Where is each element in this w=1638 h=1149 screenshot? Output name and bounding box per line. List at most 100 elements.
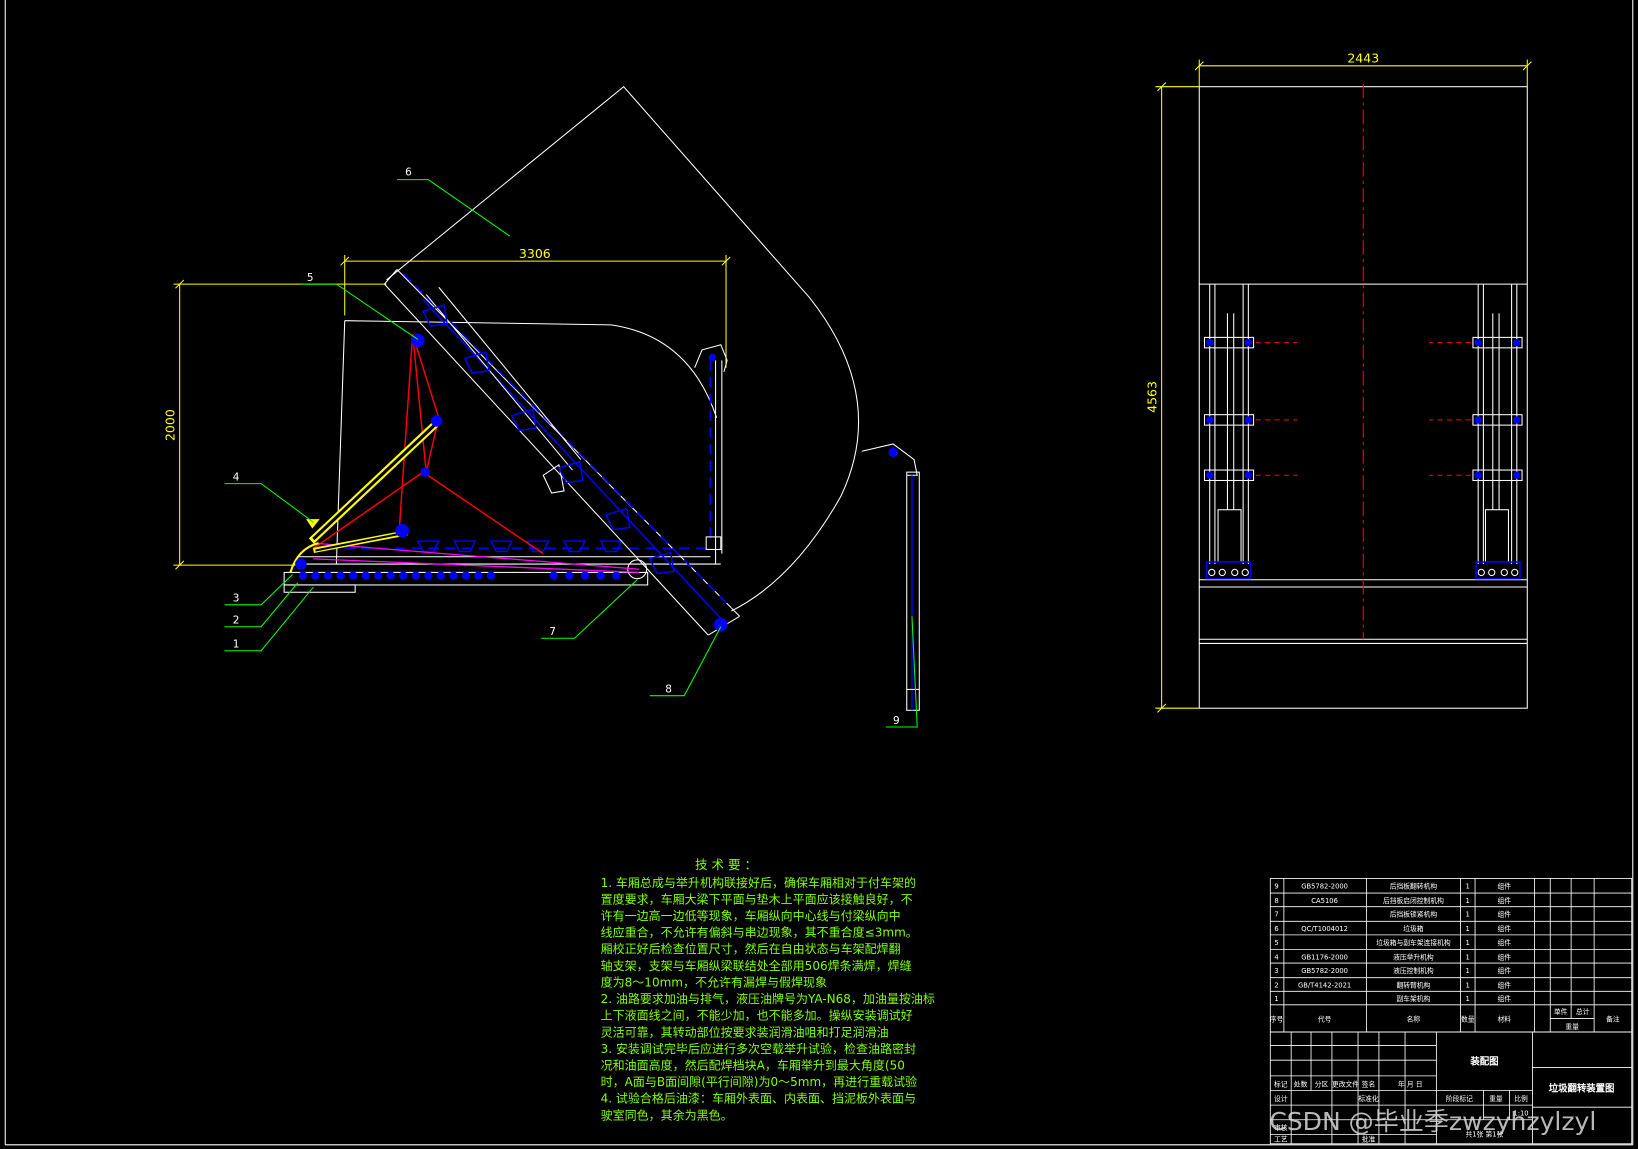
parts-row-material: 组件 bbox=[1498, 952, 1512, 961]
label-change-doc: 更改文件 bbox=[1332, 1079, 1359, 1088]
front-lift-column-left bbox=[1203, 283, 1299, 580]
part-leaders bbox=[224, 179, 918, 728]
drawing-frame bbox=[4, 0, 1634, 1146]
parts-header-unit: 单件 bbox=[1554, 1007, 1568, 1016]
title-block-drawing-name: 垃圾翻转装置图 bbox=[1549, 1083, 1615, 1095]
dimension-side-height-label: 2000 bbox=[162, 409, 177, 441]
technical-requirements: 技 术 要 ： 1. 车厢总成与举升机构联接好后，确保车厢相对于付车架的置度要求… bbox=[601, 857, 935, 1122]
parts-row-code: GB5782-2000 bbox=[1301, 967, 1348, 975]
dimension-side-width-label: 3306 bbox=[519, 246, 551, 261]
balloon-part-2: 2 bbox=[233, 615, 240, 627]
balloon-part-4: 4 bbox=[233, 471, 240, 483]
parts-row-qty: 1 bbox=[1466, 982, 1470, 990]
label-stage-mark: 阶段标记 bbox=[1446, 1094, 1473, 1103]
tipping-envelope-arc bbox=[386, 85, 860, 612]
tech-requirement-line: 驶室同色，其余为黑色。 bbox=[601, 1107, 733, 1122]
label-signature: 签名 bbox=[1362, 1079, 1376, 1088]
parts-row-material: 组件 bbox=[1498, 994, 1512, 1003]
parts-row-no: 4 bbox=[1274, 953, 1278, 961]
technical-requirements-title: 技 术 要 ： bbox=[695, 857, 757, 872]
parts-row-no: 5 bbox=[1274, 939, 1278, 947]
parts-row-material: 组件 bbox=[1498, 924, 1512, 933]
label-standardization: 标准化 bbox=[1358, 1094, 1379, 1103]
parts-row-qty: 1 bbox=[1466, 967, 1470, 975]
floor-scraper-teeth bbox=[416, 540, 623, 553]
dimension-front-width: 2443 bbox=[1194, 51, 1532, 87]
parts-header-remark: 备注 bbox=[1606, 1015, 1620, 1024]
parts-row-qty: 1 bbox=[1466, 911, 1470, 919]
parts-row-qty: 1 bbox=[1466, 939, 1470, 947]
parts-header-no: 序号 bbox=[1270, 1015, 1284, 1024]
tech-requirement-line: 2. 油路要求加油与排气，液压油牌号为YA-N68，加油量按油标 bbox=[601, 991, 935, 1006]
parts-row-no: 7 bbox=[1274, 911, 1278, 919]
parts-row-qty: 1 bbox=[1466, 925, 1470, 933]
label-date: 年 月 日 bbox=[1398, 1079, 1423, 1088]
parts-row-material: 组件 bbox=[1498, 938, 1512, 947]
tech-requirement-line: 3. 安装调试完毕后应进行多次空载举升试验，检查油路密封 bbox=[601, 1041, 916, 1056]
balloon-part-1: 1 bbox=[233, 639, 240, 651]
side-view: 3306 2000 1 2 3 4 5 6 7 8 9 bbox=[162, 85, 920, 728]
tech-requirement-line: 度为8～10mm，不允许有漏焊与假焊现象 bbox=[601, 974, 827, 989]
tech-requirement-line: 时，A面与B面间隙(平行间隙)为0～5mm，再进行重载试验 bbox=[601, 1074, 917, 1089]
parts-header-total: 总计 bbox=[1576, 1007, 1590, 1016]
tech-requirement-line: 况和油面高度，然后配焊档块A，车厢举升到最大角度(50 bbox=[601, 1058, 905, 1073]
parts-row-no: 1 bbox=[1274, 995, 1278, 1003]
tech-requirement-line: 灵活可靠，其转动部位按要求装润滑油咀和打足润滑油 bbox=[601, 1024, 889, 1039]
label-count: 处数 bbox=[1294, 1079, 1308, 1088]
parts-row-name: 副车架机构 bbox=[1396, 994, 1430, 1003]
parts-row-name: 液压举升机构 bbox=[1393, 952, 1434, 961]
parts-row-name: 垃圾箱与副车架连接机构 bbox=[1376, 938, 1451, 947]
tech-requirement-line: 置度要求，车厢大梁下平面与垫木上平面应该接触良好，不 bbox=[601, 891, 913, 906]
balloon-part-8: 8 bbox=[665, 684, 672, 696]
parts-header-qty: 数量 bbox=[1461, 1015, 1475, 1024]
tech-requirement-line: 轴支架，支架与车厢纵梁联结处全部用506焊条满焊，焊缝 bbox=[601, 958, 912, 973]
tech-requirement-line: 厢校正好后检查位置尺寸，然后在自由状态与车架配焊翻 bbox=[601, 941, 901, 956]
parts-row-name: 后挡板翻转机构 bbox=[1390, 881, 1438, 890]
tech-requirement-line: 许有一边高一边低等现象，车厢纵向中心线与付梁纵向中 bbox=[601, 908, 901, 923]
parts-row-qty: 1 bbox=[1466, 897, 1470, 905]
tailgate bbox=[861, 443, 920, 711]
parts-row-material: 组件 bbox=[1498, 896, 1512, 905]
parts-list-table: 9 GB5782-2000 后挡板翻转机构 1 组件 8 CA5106 后挡板启闭控制机构 1 组… bbox=[1270, 878, 1633, 1033]
parts-row-qty: 1 bbox=[1466, 882, 1470, 890]
parts-row-qty: 1 bbox=[1466, 995, 1470, 1003]
label-process: 工艺 bbox=[1274, 1136, 1288, 1144]
label-scale: 比例 bbox=[1514, 1094, 1528, 1103]
parts-row-qty: 1 bbox=[1466, 953, 1470, 961]
dimension-front-width-label: 2443 bbox=[1347, 51, 1379, 66]
parts-row-material: 组件 bbox=[1498, 910, 1512, 919]
parts-row-code: CA5106 bbox=[1311, 897, 1338, 905]
front-lift-column-right bbox=[1428, 283, 1523, 580]
label-mark: 标记 bbox=[1274, 1079, 1288, 1088]
parts-header-weight: 重量 bbox=[1565, 1023, 1579, 1031]
tech-requirement-line: 上下液面线之间，不能少加，也不能多加。操纵安装调试好 bbox=[601, 1008, 913, 1023]
parts-row-name: 后挡板锁紧机构 bbox=[1390, 910, 1438, 919]
balloon-part-5: 5 bbox=[307, 272, 314, 284]
dimension-side-height: 2000 bbox=[162, 279, 387, 570]
watermark-text: CSDN @毕业季zwzyhzylzyl bbox=[1269, 1107, 1596, 1136]
cad-drawing-canvas: 3306 2000 1 2 3 4 5 6 7 8 9 2443 4563 技 … bbox=[4, 0, 1634, 1146]
balloon-part-3: 3 bbox=[233, 593, 240, 605]
parts-row-no: 3 bbox=[1274, 967, 1278, 975]
parts-header-name: 名称 bbox=[1407, 1015, 1421, 1024]
parts-row-no: 9 bbox=[1274, 882, 1278, 890]
balloon-part-6: 6 bbox=[405, 166, 412, 178]
parts-row-no: 6 bbox=[1274, 925, 1278, 933]
tech-requirement-line: 线应重合，不允许有偏斜与串边现象，其不重合度≤3mm。 bbox=[601, 925, 918, 940]
parts-row-no: 2 bbox=[1274, 982, 1278, 990]
parts-row-code: GB/T4142-2021 bbox=[1298, 982, 1351, 990]
label-design: 设计 bbox=[1274, 1094, 1288, 1103]
parts-row-code: GB5782-2000 bbox=[1301, 882, 1348, 890]
parts-row-code: QC/T1004012 bbox=[1301, 925, 1348, 933]
parts-row-name: 垃圾箱 bbox=[1403, 924, 1424, 933]
front-view: 2443 4563 bbox=[1144, 51, 1532, 713]
parts-row-material: 组件 bbox=[1498, 966, 1512, 975]
parts-row-material: 组件 bbox=[1498, 981, 1512, 990]
dimension-front-height: 4563 bbox=[1144, 82, 1200, 713]
parts-row-name: 液压控制机构 bbox=[1393, 966, 1434, 975]
title-block-drawing-type: 装配图 bbox=[1469, 1055, 1498, 1067]
parts-header-material: 材料 bbox=[1498, 1015, 1512, 1024]
dimension-front-height-label: 4563 bbox=[1144, 381, 1159, 413]
parts-row-name: 后挡板启闭控制机构 bbox=[1383, 896, 1444, 905]
balloon-part-7: 7 bbox=[549, 626, 556, 638]
